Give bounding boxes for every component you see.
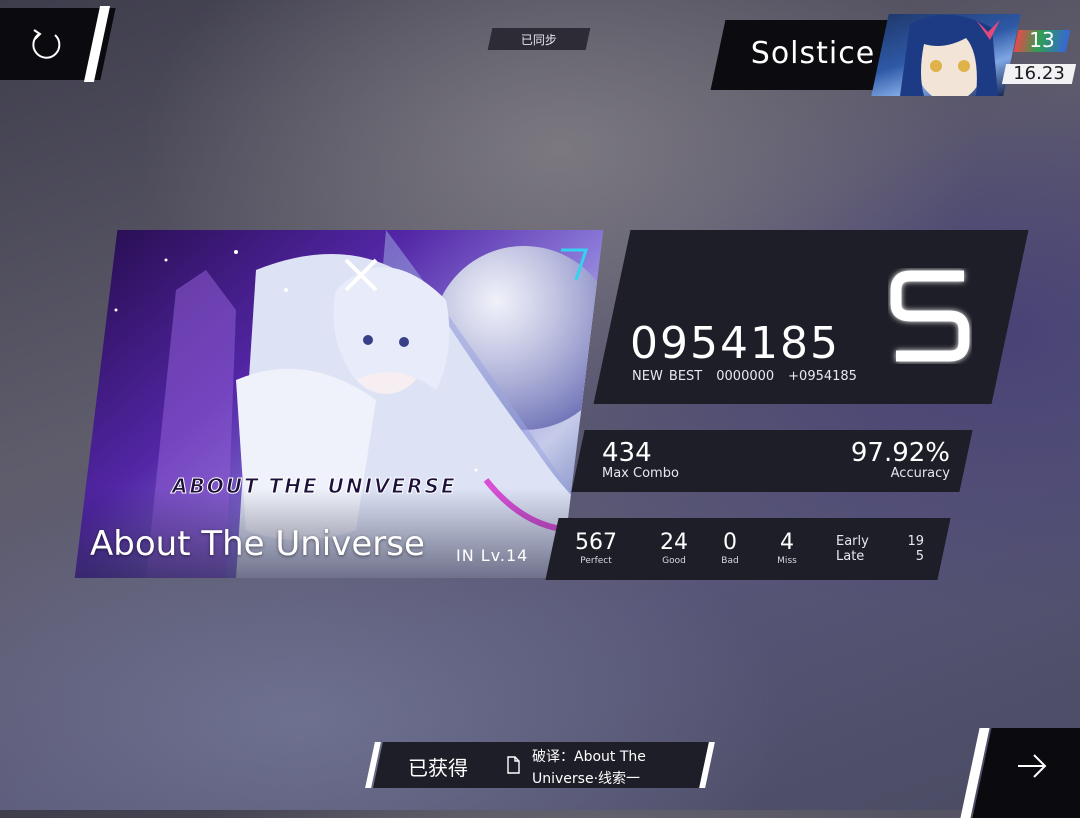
score-delta: +0954185 <box>788 369 857 384</box>
early-late-values: 19 5 <box>890 534 924 564</box>
obtained-item-line2: Universe·线索一 <box>532 771 641 787</box>
avatar-art <box>900 15 1000 96</box>
early-late-labels: Early Late <box>836 534 869 564</box>
player-rks: 16.23 <box>1013 63 1065 84</box>
max-combo-label: Max Combo <box>602 466 679 481</box>
good-count: 24 <box>660 530 688 555</box>
song-difficulty: IN Lv.14 <box>456 546 529 565</box>
song-logo-text: ABOUT THE UNIVERSE <box>172 474 457 499</box>
good-label: Good <box>662 556 686 566</box>
score-value: 0954185 <box>630 318 840 369</box>
early-label: Early <box>836 534 869 549</box>
obtained-item-line1: 破译：About The <box>532 749 646 765</box>
sync-status-badge: 已同步 <box>487 28 591 50</box>
grade-s-icon <box>890 270 970 362</box>
document-icon <box>507 756 520 774</box>
bad-count: 0 <box>723 530 737 555</box>
player-avatar[interactable] <box>871 14 1021 96</box>
late-label: Late <box>836 549 865 564</box>
bad-label: Bad <box>721 556 739 566</box>
sync-status-text: 已同步 <box>520 32 557 47</box>
score-subline: NEW BEST 0000000 +0954185 <box>632 369 871 384</box>
player-name: Solstice <box>750 36 876 71</box>
obtained-item: 破译：About The Universe·线索一 <box>532 746 692 790</box>
song-title: About The Universe <box>90 524 425 564</box>
retry-icon[interactable] <box>28 26 64 62</box>
perfect-count: 567 <box>575 530 617 555</box>
player-level: 13 <box>1029 28 1055 52</box>
accuracy-value: 97.92% <box>850 438 950 468</box>
previous-best-score: 0000000 <box>716 369 775 384</box>
obtained-label: 已获得 <box>408 756 468 780</box>
new-best-label: NEW BEST <box>632 369 703 384</box>
arrow-right-icon[interactable] <box>1014 750 1050 782</box>
perfect-label: Perfect <box>580 556 612 566</box>
max-combo-value: 434 <box>602 438 652 468</box>
late-count: 5 <box>915 549 924 564</box>
early-count: 19 <box>907 534 924 549</box>
accuracy-label: Accuracy <box>890 466 950 481</box>
miss-count: 4 <box>780 530 794 555</box>
miss-label: Miss <box>777 556 797 566</box>
